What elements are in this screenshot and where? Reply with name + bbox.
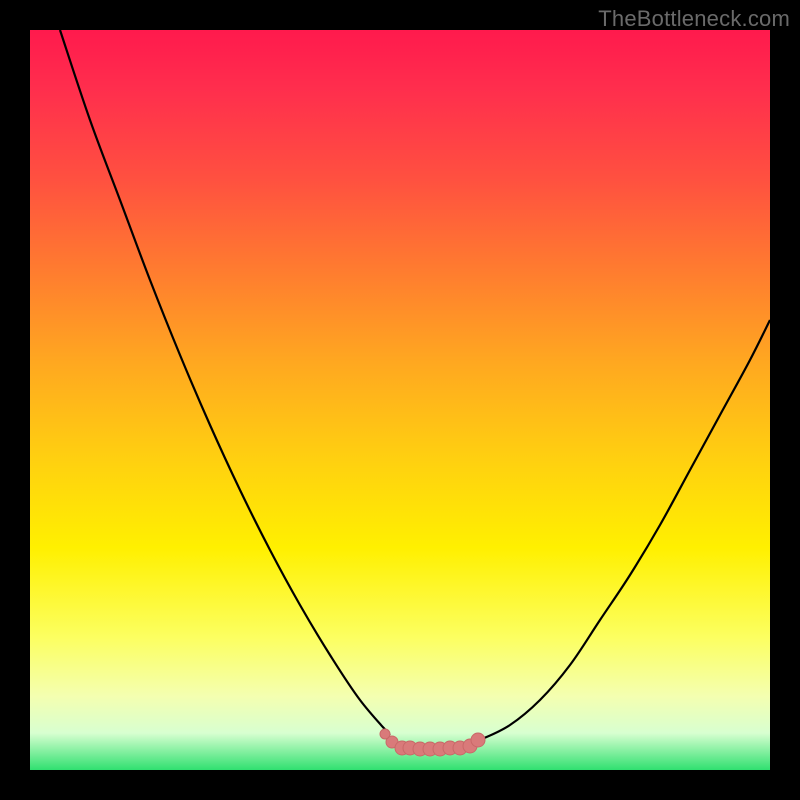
curve-right-arm xyxy=(480,320,770,740)
bottleneck-curve xyxy=(30,30,770,770)
flat-bottom-markers xyxy=(386,733,485,756)
marker-dot xyxy=(380,729,390,739)
curve-left-arm xyxy=(60,30,390,735)
watermark-text: TheBottleneck.com xyxy=(598,6,790,32)
marker-point xyxy=(471,733,485,747)
plot-area xyxy=(30,30,770,770)
